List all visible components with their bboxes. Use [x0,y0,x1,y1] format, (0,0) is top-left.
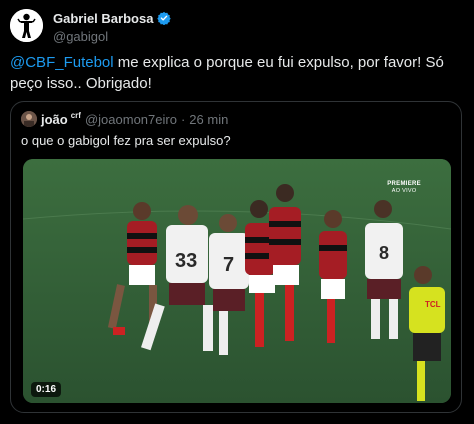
svg-text:8: 8 [379,243,389,263]
author-avatar-image [10,9,43,42]
svg-text:7: 7 [223,254,234,276]
quote-timestamp[interactable]: 26 min [189,112,228,127]
video-player[interactable]: 33 7 8 TCL PREMIERE AO VIVO 0:16 [23,159,451,403]
quote-author-badge: crf [70,110,81,120]
svg-text:33: 33 [175,250,197,272]
author-info: Gabriel Barbosa @gabigol [53,10,172,44]
svg-text:TCL: TCL [425,300,441,309]
broadcast-watermark: PREMIERE AO VIVO [387,181,421,195]
quote-author-handle[interactable]: @joaomon7eiro [85,112,177,127]
quoted-tweet-card[interactable]: joão crf @joaomon7eiro · 26 min o que o … [10,101,462,413]
watermark-subtitle: AO VIVO [391,188,417,194]
author-handle[interactable]: @gabigol [53,29,171,44]
author-avatar[interactable] [10,9,43,42]
watermark-title: PREMIERE [387,181,421,187]
author-display-name[interactable]: Gabriel Barbosa [53,11,153,26]
tweet-text: @CBF_Futebol me explica o porque eu fui … [10,52,465,94]
quote-text: o que o gabigol fez pra ser expulso? [21,133,231,148]
quote-header: joão crf @joaomon7eiro · 26 min [21,111,228,127]
video-duration: 0:16 [31,382,62,397]
video-frame: 33 7 8 TCL [23,159,451,403]
quote-author-name[interactable]: joão [41,112,68,127]
quote-author-avatar[interactable] [21,111,37,127]
mention-link[interactable]: @CBF_Futebol [10,54,114,71]
author-name-row: Gabriel Barbosa [53,10,172,26]
verified-badge-icon [157,11,172,26]
quote-separator: · [180,111,186,127]
